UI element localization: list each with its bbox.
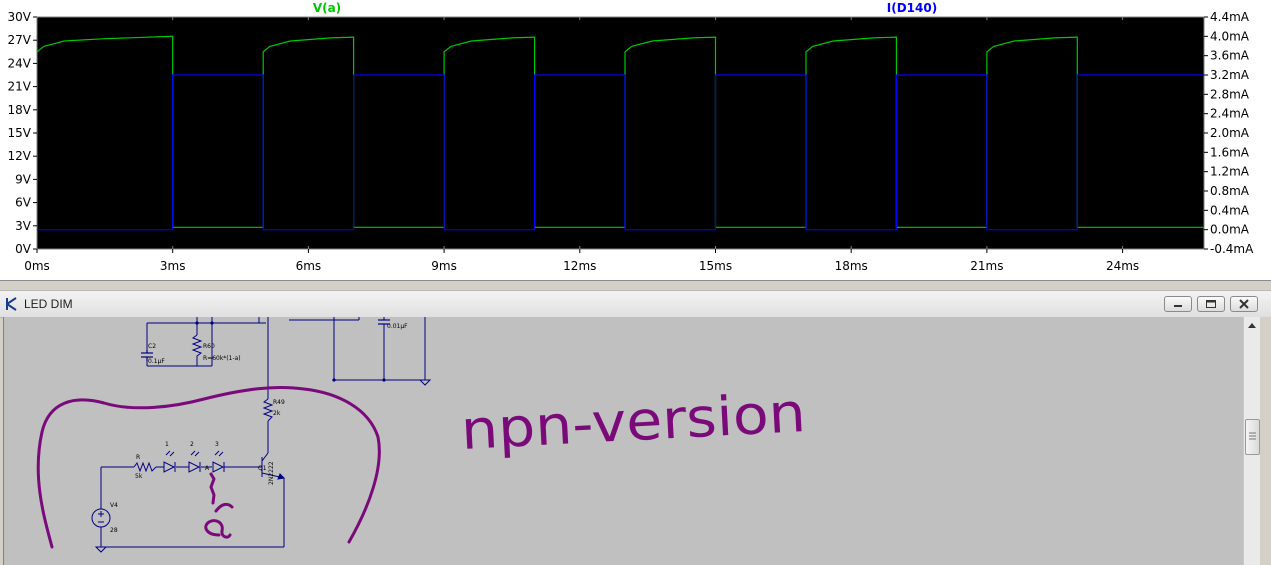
label-q1: Q1 [258, 465, 267, 472]
x-axis-tick-label: 18ms [835, 259, 868, 273]
label-r-value: 5k [135, 473, 143, 480]
right-axis-tick-label: 0.8mA [1210, 184, 1250, 198]
label-c2: C2 [148, 343, 156, 350]
ground-symbol-2 [94, 546, 108, 553]
handwritten-note: npn-version [459, 381, 807, 462]
left-axis-tick-label: 30V [8, 10, 32, 24]
right-axis-tick-label: 1.6mA [1210, 145, 1250, 159]
vertical-scrollbar[interactable] [1243, 317, 1261, 565]
right-axis-tick-label: 2.4mA [1210, 107, 1250, 121]
x-axis-tick-label: 0ms [24, 259, 50, 273]
label-led3: 3 [215, 441, 219, 448]
right-axis-tick-label: 2.8mA [1210, 87, 1250, 101]
handwritten-node-annotation [204, 472, 234, 539]
voltage-source-v4[interactable] [91, 508, 111, 528]
left-axis-tick-label: 9V [15, 172, 32, 186]
right-axis-tick-label: 0.4mA [1210, 203, 1250, 217]
x-axis-tick-label: 9ms [431, 259, 457, 273]
junction-dots [195, 321, 386, 382]
plot-area[interactable] [36, 16, 1205, 250]
left-axis-tick-label: 15V [8, 126, 32, 140]
resistor-r60[interactable] [191, 334, 203, 366]
schematic-canvas[interactable]: C2 0.1µF R60 R=60k*(1-a) 0.01µF R49 2k R… [3, 317, 1244, 565]
label-r60: R60 [203, 343, 215, 350]
close-icon [1239, 299, 1249, 309]
trace-label-current[interactable]: I(D140) [887, 1, 937, 15]
label-led2: 2 [190, 441, 194, 448]
label-r60-value: R=60k*(1-a) [203, 355, 241, 362]
label-led1: 1 [165, 441, 169, 448]
label-c2-value: 0.1µF [148, 358, 165, 365]
window-title: LED DIM [24, 297, 73, 311]
label-r: R [136, 454, 140, 461]
left-axis-tick-label: 21V [8, 80, 32, 94]
right-axis-tick-label: 3.6mA [1210, 49, 1250, 63]
left-axis-tick-label: 24V [8, 56, 32, 70]
right-axis-tick-label: 4.0mA [1210, 29, 1250, 43]
minimize-icon [1174, 305, 1182, 307]
led-2[interactable] [188, 450, 201, 473]
grip-icon [1249, 432, 1256, 440]
window-edge [1260, 317, 1271, 565]
right-axis-tick-label: 2.0mA [1210, 126, 1250, 140]
resistor-r49[interactable] [262, 398, 274, 422]
right-axis-tick-label: 0.0mA [1210, 223, 1250, 237]
label-v4-value: 28 [110, 527, 118, 534]
label-v4: V4 [110, 502, 118, 509]
schematic-drawing[interactable]: C2 0.1µF R60 R=60k*(1-a) 0.01µF R49 2k R… [4, 317, 1244, 565]
x-axis-tick-label: 12ms [563, 259, 596, 273]
left-axis-tick-label: 6V [15, 196, 32, 210]
x-axis-tick-label: 21ms [970, 259, 1003, 273]
label-q1-part: 2N2222 [268, 461, 275, 485]
scroll-up-arrow-icon[interactable] [1247, 321, 1257, 329]
led-1[interactable] [163, 450, 176, 473]
x-axis-tick-label: 24ms [1106, 259, 1139, 273]
x-axis-tick-label: 6ms [296, 259, 322, 273]
close-button[interactable] [1230, 296, 1258, 312]
right-axis-tick-label: 1.2mA [1210, 165, 1250, 179]
schematic-app-icon [6, 297, 17, 311]
right-axis-tick-label: 4.4mA [1210, 10, 1250, 24]
maximize-button[interactable] [1197, 296, 1225, 312]
label-node-a: A [205, 465, 210, 472]
left-axis-tick-label: 12V [8, 149, 32, 163]
label-r49: R49 [273, 399, 285, 406]
resistor-r[interactable] [133, 461, 157, 473]
left-axis-tick-label: 3V [15, 219, 32, 233]
waveform-plot[interactable]: 30V 27V 24V 21V 18V 15V 12V 9V 6V 3V 0V 4.4mA 4.0mA 3… [0, 0, 1271, 280]
maximize-icon [1206, 300, 1216, 308]
minimize-button[interactable] [1164, 296, 1192, 312]
left-axis-tick-label: 18V [8, 103, 32, 117]
schematic-window: LED DIM C2 0.1µF R60 R=60k*(1-a) 0.01µF … [0, 290, 1271, 565]
ground-symbol-1 [418, 379, 432, 386]
right-axis-tick-label: 3.2mA [1210, 68, 1250, 82]
x-axis-tick-label: 3ms [160, 259, 186, 273]
left-axis-tick-label: 27V [8, 33, 32, 47]
label-cap-value: 0.01µF [387, 323, 408, 330]
trace-label-voltage[interactable]: V(a) [313, 1, 341, 15]
waveform-viewer[interactable]: 30V 27V 24V 21V 18V 15V 12V 9V 6V 3V 0V 4.4mA 4.0mA 3… [0, 0, 1271, 281]
scroll-thumb[interactable] [1245, 419, 1260, 455]
left-axis-tick-label: 0V [15, 242, 32, 256]
x-axis-tick-label: 15ms [699, 259, 732, 273]
led-3[interactable] [212, 450, 225, 473]
right-axis-tick-label: -0.4mA [1210, 242, 1254, 256]
schematic-titlebar[interactable]: LED DIM [0, 290, 1271, 318]
label-r49-value: 2k [273, 410, 281, 417]
